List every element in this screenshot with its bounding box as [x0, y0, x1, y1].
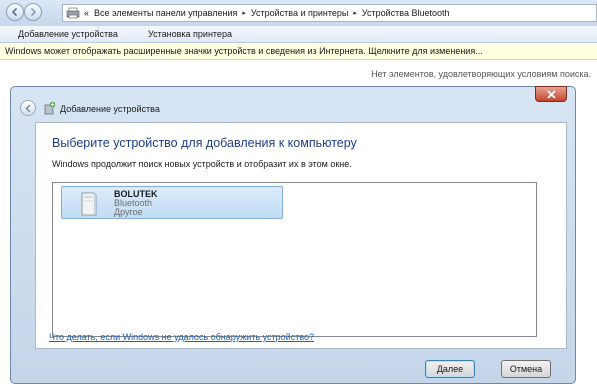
help-link[interactable]: Что делать, если Windows не удалось обна…	[49, 332, 314, 342]
device-item-bolutek[interactable]: BOLUTEK Bluetooth Другое	[61, 186, 283, 219]
arrow-left-icon	[24, 103, 31, 113]
info-bar[interactable]: Windows может отображать расширенные зна…	[0, 43, 597, 60]
dialog-back-button[interactable]	[20, 100, 36, 116]
breadcrumb-bluetooth-devices[interactable]: Устройства Bluetooth	[362, 8, 450, 18]
dialog-title: Добавление устройства	[60, 104, 160, 114]
arrow-right-icon	[30, 7, 37, 17]
dialog-heading: Выберите устройство для добавления к ком…	[52, 136, 357, 150]
breadcrumb-control-panel[interactable]: Все элементы панели управления	[94, 8, 237, 18]
add-device-icon	[44, 101, 56, 115]
address-box[interactable]: « Все элементы панели управления ▸ Устро…	[62, 4, 597, 22]
breadcrumb-overflow[interactable]: «	[84, 8, 89, 18]
breadcrumb-devices-printers[interactable]: Устройства и принтеры	[251, 8, 349, 18]
close-button[interactable]	[535, 86, 567, 102]
command-bar: Добавление устройства Установка принтера	[0, 26, 597, 43]
forward-button[interactable]	[24, 3, 42, 21]
add-device-command[interactable]: Добавление устройства	[18, 29, 118, 39]
devices-printers-icon	[66, 7, 80, 19]
device-icon	[81, 192, 97, 216]
breadcrumb-separator[interactable]: ▸	[353, 9, 357, 17]
cancel-button[interactable]: Отмена	[501, 360, 551, 378]
next-button[interactable]: Далее	[425, 360, 475, 378]
back-button[interactable]	[6, 3, 24, 21]
dialog-subtext: Windows продолжит поиск новых устройств …	[52, 159, 352, 169]
dialog-body: Выберите устройство для добавления к ком…	[35, 122, 567, 349]
device-list[interactable]: BOLUTEK Bluetooth Другое	[52, 182, 537, 337]
install-printer-command[interactable]: Установка принтера	[148, 29, 232, 39]
close-icon	[546, 89, 556, 99]
arrow-left-icon	[11, 7, 18, 17]
add-device-dialog: Добавление устройства Выберите устройств…	[10, 86, 576, 384]
breadcrumb-separator[interactable]: ▸	[242, 9, 246, 17]
device-category: Другое	[114, 207, 143, 217]
address-bar-area: « Все элементы панели управления ▸ Устро…	[0, 0, 597, 26]
empty-message: Нет элементов, удовлетворяющих условиям …	[371, 69, 591, 79]
